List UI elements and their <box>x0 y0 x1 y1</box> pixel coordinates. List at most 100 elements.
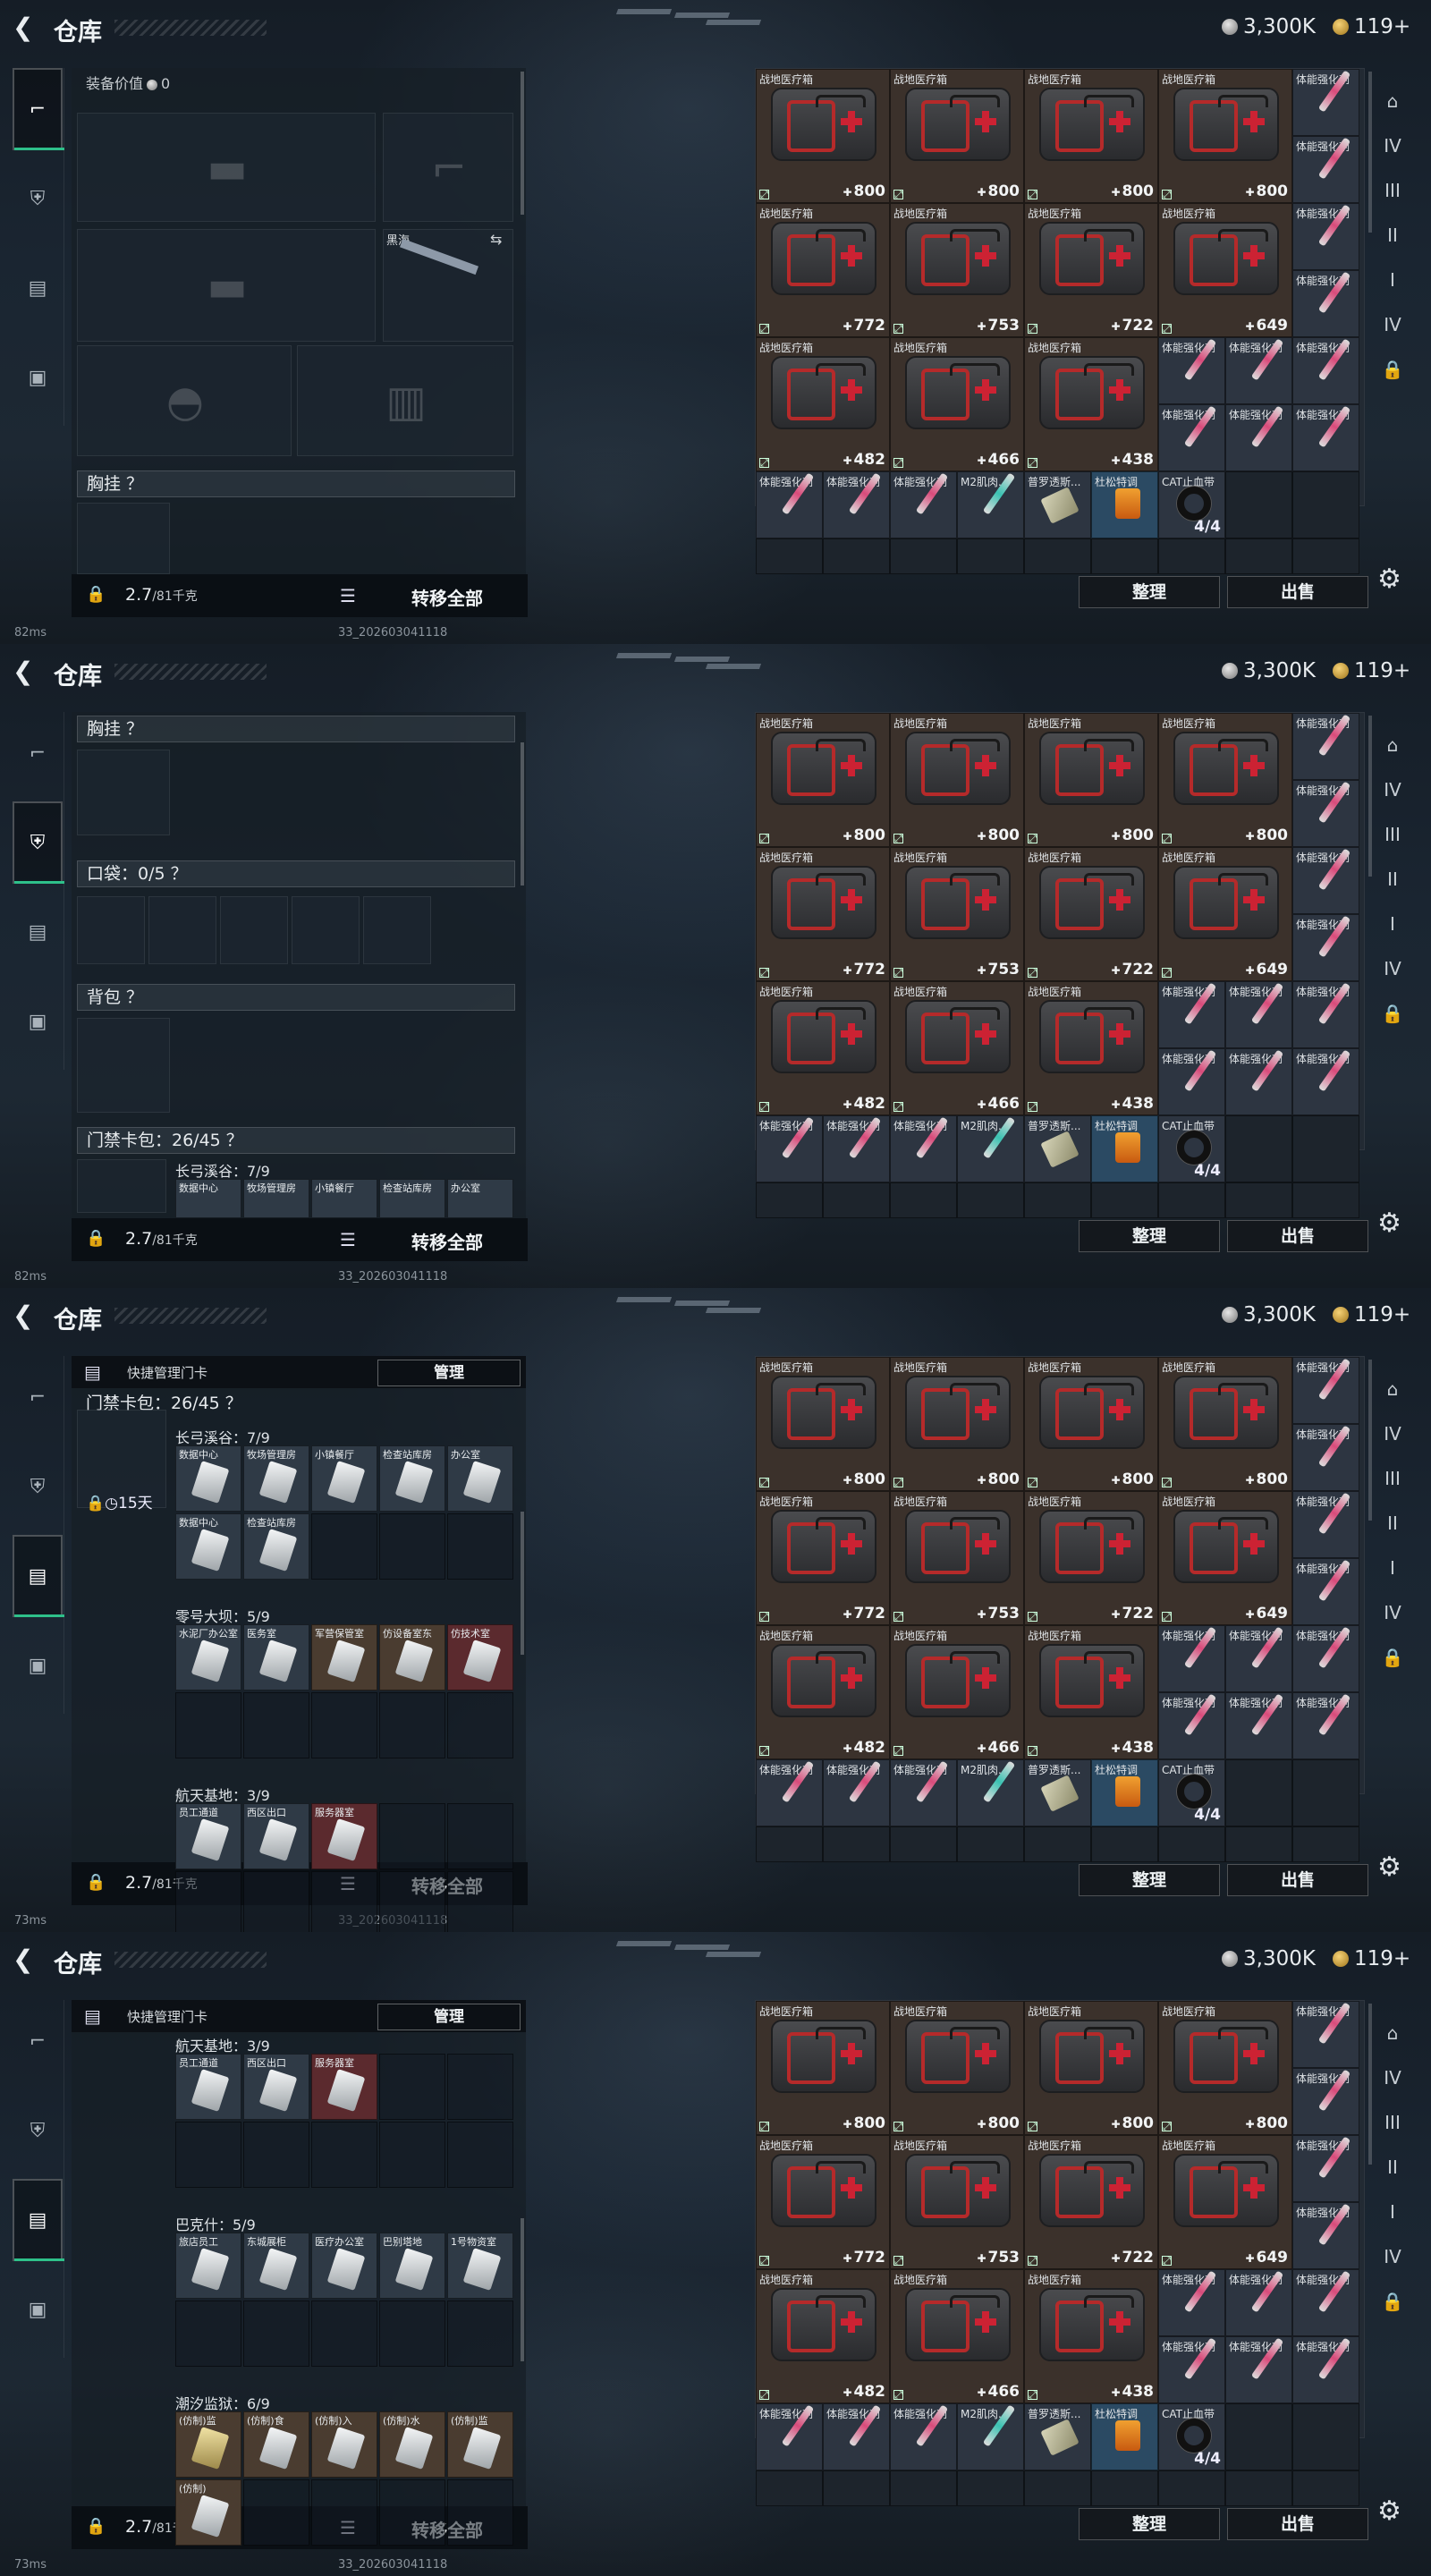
keycard[interactable]: (仿制) <box>175 2479 241 2546</box>
empty-keycard-slot[interactable] <box>311 2479 377 2546</box>
empty-keycard-slot[interactable] <box>379 2054 445 2120</box>
medkit-item[interactable]: 战地医疗箱 ⤢ 800 <box>1158 69 1292 203</box>
small-item[interactable]: M2肌肉... <box>957 2403 1024 2470</box>
transfer-all-button[interactable]: 转移全部 <box>411 1228 483 1254</box>
storage-tab-6[interactable]: IV <box>1377 953 1408 984</box>
stim-item[interactable]: 体能强化剂 <box>1292 69 1359 136</box>
small-item[interactable]: 普罗透斯... <box>1024 471 1091 538</box>
keycard[interactable]: 巴别塔地 <box>379 2233 445 2299</box>
medkit-item[interactable]: 战地医疗箱 ⤢ 722 <box>1024 1491 1158 1625</box>
lock-icon[interactable]: 🔒 <box>86 2517 106 2537</box>
stim-item[interactable]: 体能强化剂 <box>1225 1048 1292 1115</box>
keycard[interactable]: 检查站库房 <box>379 1445 445 1512</box>
storage-tab-4[interactable]: II <box>1377 864 1408 894</box>
armor-tab[interactable]: ⛨ <box>13 2089 63 2172</box>
small-item[interactable]: 体能强化剂 <box>890 1115 957 1182</box>
empty-slot[interactable] <box>1091 1182 1158 1218</box>
storage-tab-4[interactable]: II <box>1377 220 1408 250</box>
medkit-item[interactable]: 战地医疗箱 ⤢ 800 <box>756 713 890 847</box>
armor-slot[interactable]: ▥ <box>297 345 513 456</box>
keycard-tab[interactable]: ▤ <box>13 1535 64 1617</box>
keycard[interactable]: 数据中心 <box>175 1445 241 1512</box>
left-scrollbar[interactable] <box>521 1512 524 1655</box>
storage-tab-2[interactable]: IV <box>1377 2063 1408 2093</box>
lock-icon[interactable]: 🔒 <box>86 1873 106 1893</box>
storage-tab-1[interactable]: ⌂ <box>1377 730 1408 760</box>
medkit-item[interactable]: 战地医疗箱 ⤢ 753 <box>890 847 1024 981</box>
storage-tab-7[interactable]: 🔒 <box>1377 1642 1408 1673</box>
inventory-scrollbar[interactable] <box>1368 716 1372 877</box>
armor-tab[interactable]: ⛨ <box>13 157 63 240</box>
stim-item[interactable]: 体能强化剂 <box>1225 2269 1292 2336</box>
empty-slot[interactable] <box>756 1826 823 1862</box>
empty-keycard-slot[interactable] <box>311 2301 377 2367</box>
empty-keycard-slot[interactable] <box>311 2122 377 2188</box>
medkit-item[interactable]: 战地医疗箱 ⤢ 649 <box>1158 847 1292 981</box>
storage-tab-1[interactable]: ⌂ <box>1377 86 1408 116</box>
sort-button[interactable]: 整理 <box>1079 1864 1220 1896</box>
empty-keycard-slot[interactable] <box>379 1803 445 1869</box>
storage-tab-3[interactable]: III <box>1377 819 1408 850</box>
pistol-slot[interactable]: ⌐ <box>383 113 513 222</box>
stim-item[interactable]: 体能强化剂 <box>1292 713 1359 780</box>
empty-slot[interactable] <box>1225 2403 1292 2470</box>
backpack-slot[interactable] <box>77 1018 170 1113</box>
medkit-item[interactable]: 战地医疗箱 ⤢ 482 <box>756 981 890 1115</box>
small-item[interactable]: M2肌肉... <box>957 1759 1024 1826</box>
list-icon[interactable]: ☰ <box>340 1229 356 1250</box>
empty-slot[interactable] <box>1225 538 1292 574</box>
case-tab[interactable]: ▣ <box>13 1624 63 1707</box>
stim-item[interactable]: 体能强化剂 <box>1158 2336 1225 2403</box>
empty-slot[interactable] <box>1292 1182 1359 1218</box>
medkit-item[interactable]: 战地医疗箱 ⤢ 800 <box>756 2001 890 2135</box>
empty-slot[interactable] <box>1024 538 1091 574</box>
small-item[interactable]: 体能强化剂 <box>823 1759 890 1826</box>
armor-tab[interactable]: ⛨ <box>13 1445 63 1528</box>
stim-item[interactable]: 体能强化剂 <box>1292 2336 1359 2403</box>
keycard[interactable]: 仿技术室 <box>447 1624 513 1690</box>
empty-slot[interactable] <box>1225 471 1292 538</box>
empty-keycard-slot[interactable] <box>243 1871 309 1932</box>
empty-slot[interactable] <box>1225 1182 1292 1218</box>
empty-slot[interactable] <box>1292 1759 1359 1826</box>
empty-slot[interactable] <box>1024 1182 1091 1218</box>
empty-slot[interactable] <box>1091 1826 1158 1862</box>
medkit-item[interactable]: 战地医疗箱 ⤢ 722 <box>1024 2135 1158 2269</box>
empty-keycard-slot[interactable] <box>447 2479 513 2546</box>
empty-slot[interactable] <box>957 1826 1024 1862</box>
medkit-item[interactable]: 战地医疗箱 ⤢ 753 <box>890 2135 1024 2269</box>
empty-slot[interactable] <box>1225 1826 1292 1862</box>
empty-keycard-slot[interactable] <box>379 2301 445 2367</box>
empty-slot[interactable] <box>1292 538 1359 574</box>
small-item[interactable]: 体能强化剂 <box>890 1759 957 1826</box>
stim-item[interactable]: 体能强化剂 <box>1158 404 1225 471</box>
storage-tab-5[interactable]: I <box>1377 265 1408 295</box>
empty-keycard-slot[interactable] <box>379 2122 445 2188</box>
medkit-item[interactable]: 战地医疗箱 ⤢ 482 <box>756 337 890 471</box>
keycard[interactable]: 小镇餐厅 <box>311 1445 377 1512</box>
lock-icon[interactable]: 🔒 <box>86 1229 106 1249</box>
inventory-scrollbar[interactable] <box>1368 1360 1372 1521</box>
empty-keycard-slot[interactable] <box>311 1513 377 1580</box>
small-item[interactable]: 体能强化剂 <box>823 1115 890 1182</box>
keycard[interactable]: 服务器室 <box>311 1803 377 1869</box>
keycard[interactable]: 医疗办公室 <box>311 2233 377 2299</box>
medkit-item[interactable]: 战地医疗箱 ⤢ 800 <box>890 2001 1024 2135</box>
inventory-scrollbar[interactable] <box>1368 72 1372 233</box>
empty-slot[interactable] <box>890 2470 957 2506</box>
stim-item[interactable]: 体能强化剂 <box>1292 1625 1359 1692</box>
case-tab[interactable]: ▣ <box>13 2268 63 2351</box>
stim-item[interactable]: 体能强化剂 <box>1292 981 1359 1048</box>
empty-slot[interactable] <box>1158 1826 1225 1862</box>
sell-button[interactable]: 出售 <box>1227 1864 1368 1896</box>
primary-weapon-slot[interactable]: ▬ <box>77 113 376 222</box>
empty-slot[interactable] <box>756 538 823 574</box>
empty-keycard-slot[interactable] <box>311 1692 377 1758</box>
stim-item[interactable]: 体能强化剂 <box>1292 404 1359 471</box>
small-item[interactable]: 体能强化剂 <box>890 2403 957 2470</box>
storage-tab-3[interactable]: III <box>1377 1463 1408 1494</box>
medkit-item[interactable]: 战地医疗箱 ⤢ 800 <box>1024 2001 1158 2135</box>
keycard[interactable]: 东城展柜 <box>243 2233 309 2299</box>
empty-keycard-slot[interactable] <box>175 2301 241 2367</box>
empty-slot[interactable] <box>1292 2470 1359 2506</box>
